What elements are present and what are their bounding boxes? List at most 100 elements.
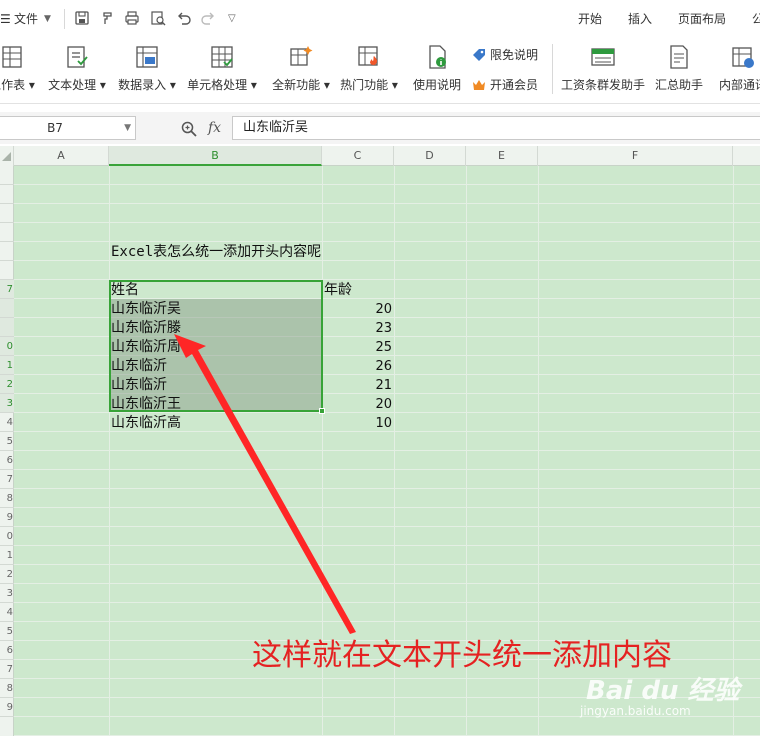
age-cell[interactable]: 20 bbox=[324, 300, 392, 319]
tab-insert[interactable]: 插入 bbox=[628, 10, 652, 28]
limit-free-label: 限免说明 bbox=[490, 48, 539, 62]
popular-features-icon bbox=[358, 46, 378, 66]
row-header[interactable]: 0 bbox=[0, 337, 14, 356]
row-header[interactable]: 1 bbox=[0, 356, 14, 375]
row-header[interactable] bbox=[0, 223, 14, 242]
row-header[interactable] bbox=[0, 318, 14, 337]
row-header[interactable]: 1 bbox=[0, 546, 14, 565]
name-cell[interactable]: 山东临沂 bbox=[111, 357, 167, 376]
row-header[interactable]: 7 bbox=[0, 280, 14, 299]
chevron-down-icon[interactable]: ▼ bbox=[124, 117, 131, 139]
row-header[interactable] bbox=[0, 261, 14, 280]
age-cell[interactable]: 25 bbox=[324, 338, 392, 357]
row-header[interactable]: 7 bbox=[0, 470, 14, 489]
row-header[interactable]: 5 bbox=[0, 432, 14, 451]
age-cell[interactable]: 20 bbox=[324, 395, 392, 414]
watermark-url: jingyan.baidu.com bbox=[580, 704, 691, 718]
open-member-label: 开通会员 bbox=[490, 78, 539, 92]
header-age-cell[interactable]: 年龄 bbox=[324, 281, 352, 300]
tab-formulas[interactable]: 公 bbox=[752, 10, 760, 28]
zoom-icon[interactable] bbox=[180, 120, 198, 138]
row-header[interactable]: 8 bbox=[0, 679, 14, 698]
save-icon[interactable] bbox=[74, 10, 90, 26]
baidu-watermark: Bai du 经验 jingyan.baidu.com bbox=[580, 664, 760, 736]
row-header[interactable]: 3 bbox=[0, 394, 14, 413]
column-header-d[interactable]: D bbox=[394, 146, 466, 166]
separator bbox=[64, 9, 65, 29]
internal-messaging-label: 内部通讯 bbox=[718, 78, 760, 92]
usage-guide-button[interactable]: 使用说明 bbox=[410, 42, 464, 98]
text-processing-button[interactable]: 文本处理 ▾ bbox=[46, 42, 108, 98]
fx-icon[interactable]: fx bbox=[208, 118, 221, 138]
row-header[interactable]: 6 bbox=[0, 451, 14, 470]
row-header-bar: 701234567890123456789 bbox=[0, 166, 14, 736]
row-header[interactable]: 3 bbox=[0, 584, 14, 603]
row-header[interactable]: 2 bbox=[0, 375, 14, 394]
undo-icon[interactable] bbox=[176, 10, 192, 26]
new-features-button[interactable]: 全新功能 ▾ bbox=[270, 42, 332, 98]
grid-line bbox=[14, 545, 760, 546]
print-icon[interactable] bbox=[124, 10, 140, 26]
tab-home[interactable]: 开始 bbox=[578, 10, 602, 28]
row-header[interactable] bbox=[0, 166, 14, 185]
age-cell[interactable]: 26 bbox=[324, 357, 392, 376]
tab-page-layout[interactable]: 页面布局 bbox=[678, 10, 726, 28]
limit-free-link[interactable]: 限免说明 bbox=[472, 46, 538, 64]
row-header[interactable]: 5 bbox=[0, 622, 14, 641]
header-name-cell[interactable]: 姓名 bbox=[111, 281, 139, 300]
row-header[interactable]: 9 bbox=[0, 698, 14, 717]
row-header[interactable] bbox=[0, 204, 14, 223]
title-cell[interactable]: Excel表怎么统一添加开头内容呢 bbox=[111, 243, 321, 262]
formula-input[interactable]: 山东临沂吴 bbox=[232, 116, 760, 140]
summary-helper-button[interactable]: 汇总助手 bbox=[652, 42, 706, 98]
select-all-corner[interactable] bbox=[0, 146, 14, 166]
payslip-sender-button[interactable]: 工资条群发助手 bbox=[558, 42, 648, 98]
column-header-f[interactable]: F bbox=[538, 146, 733, 166]
worksheet-button[interactable]: 工作表 ▾ bbox=[0, 42, 38, 98]
open-member-link[interactable]: 开通会员 bbox=[472, 76, 538, 94]
row-header[interactable]: 4 bbox=[0, 413, 14, 432]
column-header-a[interactable]: A bbox=[14, 146, 109, 166]
column-header-c[interactable]: C bbox=[322, 146, 394, 166]
print-preview-icon[interactable] bbox=[150, 10, 166, 26]
grid-line bbox=[14, 450, 760, 451]
name-box[interactable]: B7 ▼ bbox=[0, 116, 136, 140]
corner-triangle-icon bbox=[2, 152, 11, 161]
age-cell[interactable]: 23 bbox=[324, 319, 392, 338]
row-header[interactable]: 8 bbox=[0, 489, 14, 508]
row-header[interactable] bbox=[0, 299, 14, 318]
ribbon-toolbar: 工作表 ▾ 文本处理 ▾ 数据录入 ▾ 单元格处理 ▾ 全新功能 ▾ 热门功能 … bbox=[0, 38, 760, 104]
customize-toolbar-icon[interactable]: ▽ bbox=[228, 10, 236, 28]
menu-icon[interactable]: ☰ bbox=[0, 10, 11, 28]
text-processing-icon bbox=[67, 46, 88, 68]
file-menu[interactable]: 文件 bbox=[14, 10, 38, 28]
name-cell[interactable]: 山东临沂吴 bbox=[111, 300, 181, 319]
format-painter-icon[interactable] bbox=[100, 10, 116, 26]
row-header[interactable]: 9 bbox=[0, 508, 14, 527]
internal-messaging-button[interactable]: 内部通讯 bbox=[712, 42, 760, 98]
row-header[interactable]: 7 bbox=[0, 660, 14, 679]
name-cell[interactable]: 山东临沂 bbox=[111, 376, 167, 395]
file-menu-dropdown-icon[interactable]: ▼ bbox=[44, 10, 51, 28]
name-cell[interactable]: 山东临沂王 bbox=[111, 395, 181, 414]
column-header-e[interactable]: E bbox=[466, 146, 538, 166]
name-cell[interactable]: 山东临沂滕 bbox=[111, 319, 181, 338]
redo-icon[interactable] bbox=[200, 10, 216, 26]
grid-line bbox=[14, 241, 760, 242]
name-cell[interactable]: 山东临沂周 bbox=[111, 338, 181, 357]
column-header-b[interactable]: B bbox=[109, 146, 322, 166]
row-header[interactable]: 4 bbox=[0, 603, 14, 622]
formula-bar: B7 ▼ fx 山东临沂吴 bbox=[0, 112, 760, 144]
popular-features-button[interactable]: 热门功能 ▾ bbox=[338, 42, 400, 98]
row-header[interactable] bbox=[0, 185, 14, 204]
row-header[interactable]: 6 bbox=[0, 641, 14, 660]
cell-processing-button[interactable]: 单元格处理 ▾ bbox=[186, 42, 258, 98]
age-cell[interactable]: 10 bbox=[324, 414, 392, 433]
cell-processing-icon bbox=[211, 46, 233, 68]
data-entry-button[interactable]: 数据录入 ▾ bbox=[116, 42, 178, 98]
name-cell[interactable]: 山东临沂高 bbox=[111, 414, 181, 433]
age-cell[interactable]: 21 bbox=[324, 376, 392, 395]
row-header[interactable] bbox=[0, 242, 14, 261]
row-header[interactable]: 0 bbox=[0, 527, 14, 546]
row-header[interactable]: 2 bbox=[0, 565, 14, 584]
